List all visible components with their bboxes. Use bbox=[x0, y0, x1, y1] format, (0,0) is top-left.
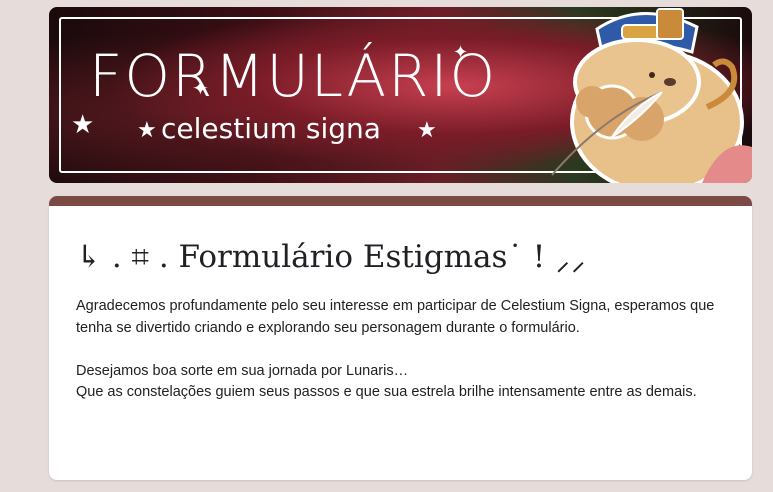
sparkle-icon: ✦ bbox=[192, 78, 209, 100]
form-description: Agradecemos profundamente pelo seu inter… bbox=[76, 296, 726, 404]
banner-title: FORMULÁRIO bbox=[89, 42, 498, 110]
description-line: Que as constelações guiem seus passos e … bbox=[76, 384, 697, 400]
sparkle-icon: ✦ bbox=[453, 42, 469, 62]
capybara-mascot-icon bbox=[551, 8, 752, 183]
banner-subtitle: celestium signa bbox=[161, 112, 381, 145]
form-title: ↳ . ⌗ . Formulário Estigmas˙ ! ⸝⸝ bbox=[76, 239, 587, 275]
card-accent-bar bbox=[49, 196, 752, 206]
sparkle-icon: ★ bbox=[71, 109, 95, 139]
description-line: Desejamos boa sorte em sua jornada por L… bbox=[76, 362, 409, 379]
star-icon: ★ bbox=[417, 117, 437, 142]
header-banner-image: FORMULÁRIO ✦ ★ ✦ ★ celestium signa ★ bbox=[49, 7, 752, 183]
star-icon: ★ bbox=[137, 117, 157, 142]
form-header-card: ↳ . ⌗ . Formulário Estigmas˙ ! ⸝⸝ Agrade… bbox=[49, 196, 752, 480]
description-paragraph: Agradecemos profundamente pelo seu inter… bbox=[76, 298, 715, 336]
